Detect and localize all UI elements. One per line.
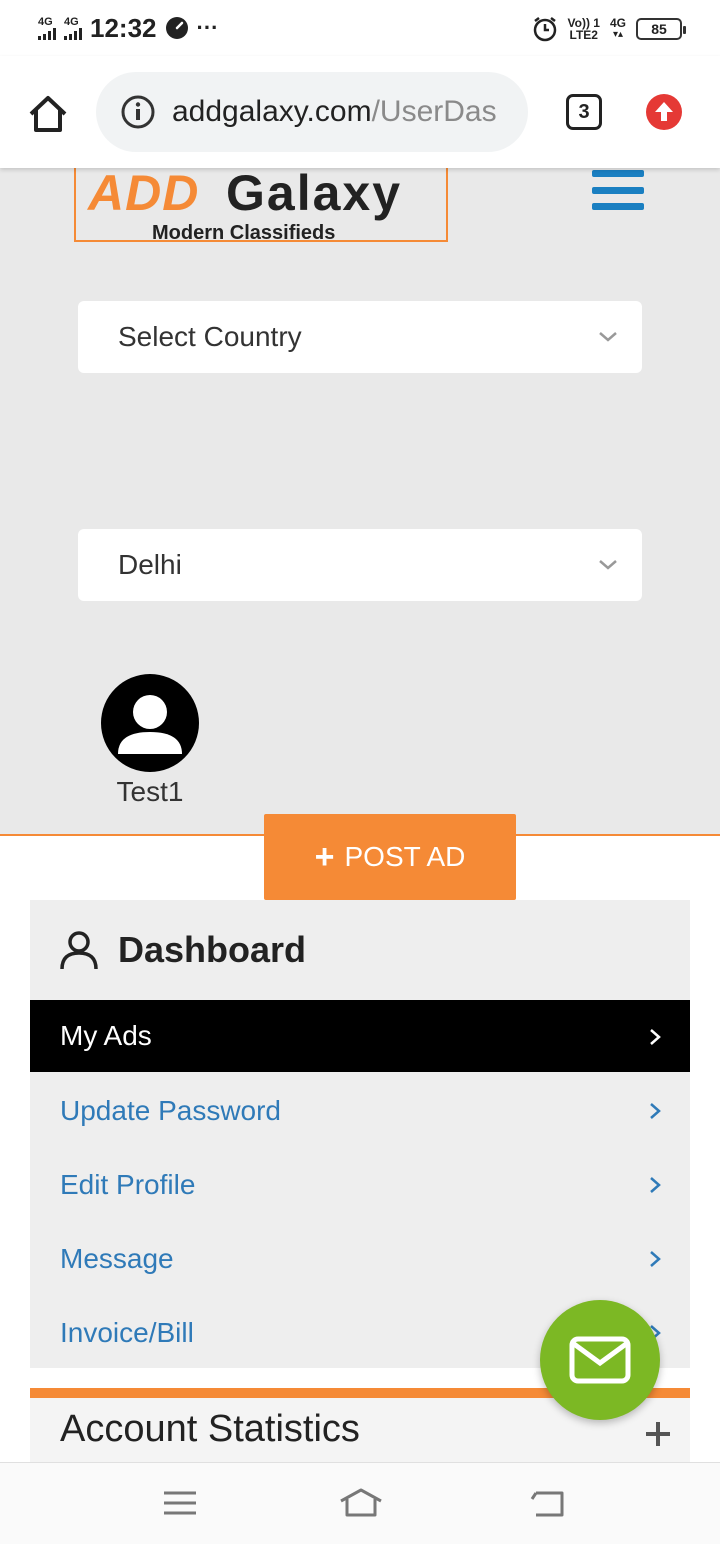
menu-nav-icon[interactable]	[160, 1485, 200, 1521]
logo-text-add: ADD	[88, 165, 200, 221]
home-nav-icon[interactable]	[338, 1485, 384, 1521]
city-select-value: Delhi	[118, 549, 182, 580]
menu-item-label: Edit Profile	[60, 1169, 196, 1200]
status-bar: 4G 4G 12:32 ··· Vo)) 1 LTE2 4G ▾▴ 85	[0, 0, 720, 56]
menu-item-label: Update Password	[60, 1095, 282, 1126]
menu-item-my-ads[interactable]: My Ads	[30, 1000, 690, 1072]
expand-plus-icon[interactable]	[644, 1420, 672, 1448]
network-type-2: 4G	[64, 15, 79, 28]
dashboard-title: Dashboard	[118, 929, 307, 970]
battery-level: 85	[651, 21, 667, 37]
alarm-icon	[533, 17, 556, 42]
account-statistics-title: Account Statistics	[60, 1408, 360, 1450]
user-icon	[60, 931, 98, 970]
battery-icon: 85	[636, 18, 686, 40]
menu-item-edit-profile[interactable]: Edit Profile	[30, 1148, 690, 1222]
menu-hamburger-icon[interactable]	[592, 168, 644, 212]
chevron-down-icon	[599, 332, 617, 342]
data-indicator: 4G ▾▴	[609, 16, 626, 40]
status-time: 12:32	[90, 12, 157, 43]
menu-item-label: Invoice/Bill	[60, 1317, 194, 1348]
post-ad-label: POST AD	[344, 841, 466, 872]
chevron-right-icon	[650, 1029, 661, 1045]
status-right: Vo)) 1 LTE2 4G ▾▴ 85	[532, 14, 686, 44]
back-nav-icon[interactable]	[528, 1485, 568, 1521]
country-select-value: Select Country	[118, 321, 302, 352]
home-icon[interactable]	[26, 92, 70, 136]
logo-tagline: Modern Classifieds	[152, 222, 336, 244]
menu-item-message[interactable]: Message	[30, 1222, 690, 1296]
status-left: 4G 4G 12:32 ···	[38, 12, 218, 44]
mail-icon	[569, 1336, 631, 1384]
logo-text-galaxy: Galaxy	[226, 165, 403, 221]
browser-toolbar: addgalaxy.com/UserDas 3	[0, 56, 720, 168]
chevron-right-icon	[650, 1251, 661, 1267]
speed-indicator-icon	[165, 17, 188, 39]
status-more: ···	[196, 15, 219, 40]
system-nav-bar	[0, 1462, 720, 1544]
username: Test1	[116, 776, 184, 807]
avatar[interactable]	[101, 674, 199, 772]
post-ad-button[interactable]: + POST AD	[264, 814, 516, 900]
dashboard-panel: Dashboard My Ads Update Password Edit Pr…	[30, 900, 690, 1368]
chevron-right-icon	[650, 1103, 661, 1119]
city-select[interactable]: Delhi	[78, 529, 642, 601]
tab-count: 3	[578, 100, 590, 123]
chevron-right-icon	[650, 1177, 661, 1193]
url-text: addgalaxy.com/UserDas	[172, 95, 497, 128]
menu-item-label: My Ads	[60, 1020, 152, 1051]
chevron-down-icon	[599, 560, 617, 570]
volte-indicator: Vo)) 1 LTE2	[567, 16, 600, 42]
address-bar[interactable]: addgalaxy.com/UserDas	[96, 72, 528, 152]
network-type-1: 4G	[38, 15, 53, 28]
update-icon[interactable]	[646, 94, 682, 130]
plus-icon: +	[314, 838, 335, 876]
dashboard-header: Dashboard	[30, 900, 690, 1000]
tab-switcher-button[interactable]: 3	[566, 94, 602, 130]
menu-item-update-password[interactable]: Update Password	[30, 1074, 690, 1148]
site-logo[interactable]: ADD Galaxy Modern Classifieds	[74, 165, 448, 244]
user-avatar-icon	[118, 695, 182, 754]
info-icon[interactable]	[120, 94, 156, 130]
menu-item-label: Message	[60, 1243, 174, 1274]
signal-1-icon: 4G	[38, 15, 56, 40]
country-select[interactable]: Select Country	[78, 301, 642, 373]
signal-2-icon: 4G	[64, 15, 82, 40]
message-fab-button[interactable]	[540, 1300, 660, 1420]
